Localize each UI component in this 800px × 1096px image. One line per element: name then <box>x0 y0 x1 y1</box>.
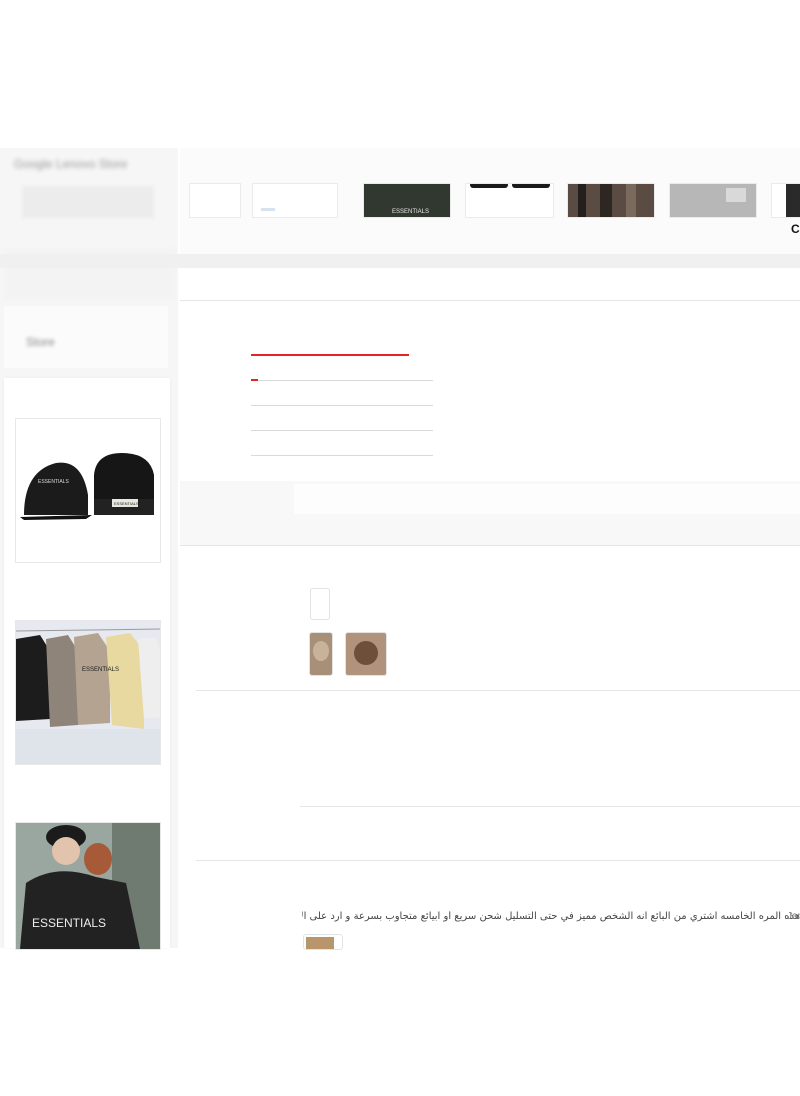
section-divider-bar <box>0 254 800 268</box>
caps-image: ESSENTIALS ESSENTIALS <box>16 419 160 562</box>
gallery-thumb-shoes[interactable] <box>567 183 655 218</box>
gallery-thumb-gray-hoodie[interactable] <box>669 183 757 218</box>
product-card-hoodies[interactable]: ESSENTIALS <box>15 620 161 765</box>
gallery-thumb-sweatshirt[interactable]: ESSENTIALS <box>363 183 451 218</box>
hoodies-image: ESSENTIALS <box>16 621 160 764</box>
product-card-caps[interactable]: ESSENTIALS ESSENTIALS <box>15 418 161 563</box>
review-filter-options[interactable] <box>294 484 800 514</box>
cap-logo-text: ESSENTIALS <box>38 479 70 485</box>
store-banner-thumbnail[interactable] <box>22 186 154 218</box>
review-photo-placeholder[interactable] <box>310 588 330 620</box>
review-text: هذه المره الخامسه اشتري من البائع انه ال… <box>302 911 800 922</box>
rating-bar-4-star-fill <box>251 379 258 381</box>
review-date: Jan <box>787 911 800 922</box>
gallery-thumb-dark[interactable] <box>771 183 800 218</box>
review-photo-2[interactable] <box>345 632 387 676</box>
gallery-thumb-1[interactable] <box>189 183 241 218</box>
rating-bar-1-star <box>251 455 433 456</box>
couple-print-text: ESSENTIALS <box>32 916 106 930</box>
store-tab-label: Store <box>26 335 55 349</box>
gallery-thumb-caps[interactable] <box>465 183 554 218</box>
gallery-cut-label: C <box>791 222 800 236</box>
gallery-thumb-2[interactable] <box>252 183 338 218</box>
product-card-couple[interactable]: ESSENTIALS <box>15 822 161 950</box>
couple-image: ESSENTIALS <box>16 823 160 949</box>
store-title[interactable]: Google Lenovo Store <box>14 157 164 171</box>
rating-bar-2-star <box>251 430 433 431</box>
review-divider <box>300 806 800 807</box>
review-divider <box>196 690 800 691</box>
review-photo-3[interactable] <box>303 934 343 950</box>
sweatshirt-print-text: ESSENTIALS <box>392 209 429 215</box>
review-divider <box>180 545 800 546</box>
review-divider <box>196 860 800 861</box>
rating-bar-5-star <box>251 354 409 356</box>
section-divider <box>180 300 800 301</box>
rating-bar-4-star <box>251 380 433 381</box>
review-photo-1[interactable] <box>309 632 333 676</box>
beanie-patch-text: ESSENTIALS <box>114 501 139 506</box>
rating-bar-3-star <box>251 405 433 406</box>
hoodie-print-text: ESSENTIALS <box>82 667 119 673</box>
